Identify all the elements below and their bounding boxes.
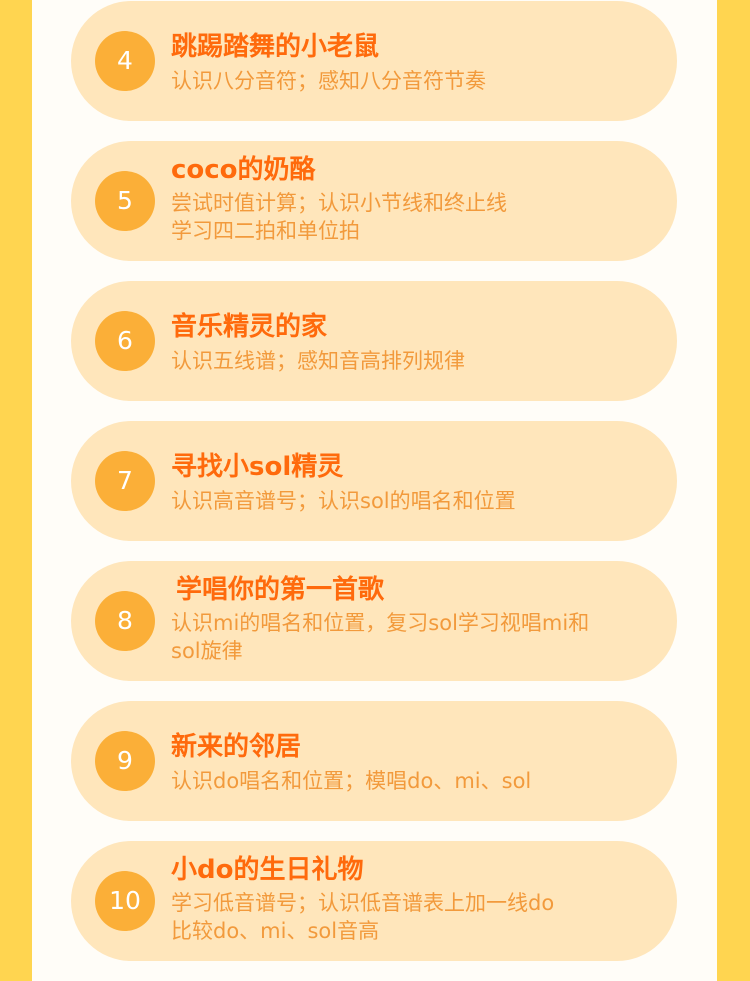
- lesson-description-line: 比较do、mi、sol音高: [171, 919, 380, 943]
- lesson-number-badge: 5: [95, 171, 155, 231]
- lesson-description: 认识高音谱号；认识sol的唱名和位置: [171, 487, 516, 515]
- lesson-title: coco的奶酪: [171, 155, 316, 185]
- lesson-description-line: 认识五线谱；感知音高排列规律: [171, 349, 465, 373]
- lesson-title: 跳踢踏舞的小老鼠: [171, 32, 380, 62]
- lesson-card-4[interactable]: 4 跳踢踏舞的小老鼠 认识八分音符；感知八分音符节奏: [71, 1, 677, 121]
- lesson-card-7[interactable]: 7 寻找小sol精灵 认识高音谱号；认识sol的唱名和位置: [71, 421, 677, 541]
- lesson-description-line: 认识八分音符；感知八分音符节奏: [171, 69, 486, 93]
- lesson-description-line: sol旋律: [171, 639, 243, 663]
- lesson-title: 音乐精灵的家: [171, 312, 328, 342]
- lesson-card-5[interactable]: 5 coco的奶酪 尝试时值计算；认识小节线和终止线 学习四二拍和单位拍: [71, 141, 677, 261]
- lesson-number-badge: 8: [95, 591, 155, 651]
- lesson-description-line: 认识高音谱号；认识sol的唱名和位置: [171, 489, 516, 513]
- lesson-description: 学习低音谱号；认识低音谱表上加一线do 比较do、mi、sol音高: [171, 889, 554, 945]
- lesson-title: 小do的生日礼物: [171, 855, 364, 885]
- lesson-description: 认识五线谱；感知音高排列规律: [171, 347, 465, 375]
- lesson-card-10[interactable]: 10 小do的生日礼物 学习低音谱号；认识低音谱表上加一线do 比较do、mi、…: [71, 841, 677, 961]
- lesson-number-badge: 4: [95, 31, 155, 91]
- lesson-title: 新来的邻居: [171, 732, 302, 762]
- lesson-description: 认识mi的唱名和位置，复习sol学习视唱mi和 sol旋律: [171, 609, 589, 665]
- lesson-number-badge: 10: [95, 871, 155, 931]
- lesson-description-line: 认识do唱名和位置；模唱do、mi、sol: [171, 769, 532, 793]
- lesson-description-line: 尝试时值计算；认识小节线和终止线: [171, 191, 507, 215]
- lesson-title: 寻找小sol精灵: [171, 452, 344, 482]
- lesson-card-6[interactable]: 6 音乐精灵的家 认识五线谱；感知音高排列规律: [71, 281, 677, 401]
- lesson-description: 认识do唱名和位置；模唱do、mi、sol: [171, 767, 531, 795]
- lesson-description: 认识八分音符；感知八分音符节奏: [171, 67, 486, 95]
- lesson-number-badge: 7: [95, 451, 155, 511]
- lesson-card-8[interactable]: 8 学唱你的第一首歌 认识mi的唱名和位置，复习sol学习视唱mi和 sol旋律: [71, 561, 677, 681]
- lesson-description-line: 认识mi的唱名和位置，复习sol学习视唱mi和: [171, 611, 590, 635]
- lesson-title: 学唱你的第一首歌: [176, 575, 385, 605]
- lesson-description-line: 学习低音谱号；认识低音谱表上加一线do: [171, 891, 555, 915]
- lesson-card-9[interactable]: 9 新来的邻居 认识do唱名和位置；模唱do、mi、sol: [71, 701, 677, 821]
- lesson-description-line: 学习四二拍和单位拍: [171, 219, 360, 243]
- lesson-number-badge: 6: [95, 311, 155, 371]
- lesson-number-badge: 9: [95, 731, 155, 791]
- lesson-description: 尝试时值计算；认识小节线和终止线 学习四二拍和单位拍: [171, 189, 507, 245]
